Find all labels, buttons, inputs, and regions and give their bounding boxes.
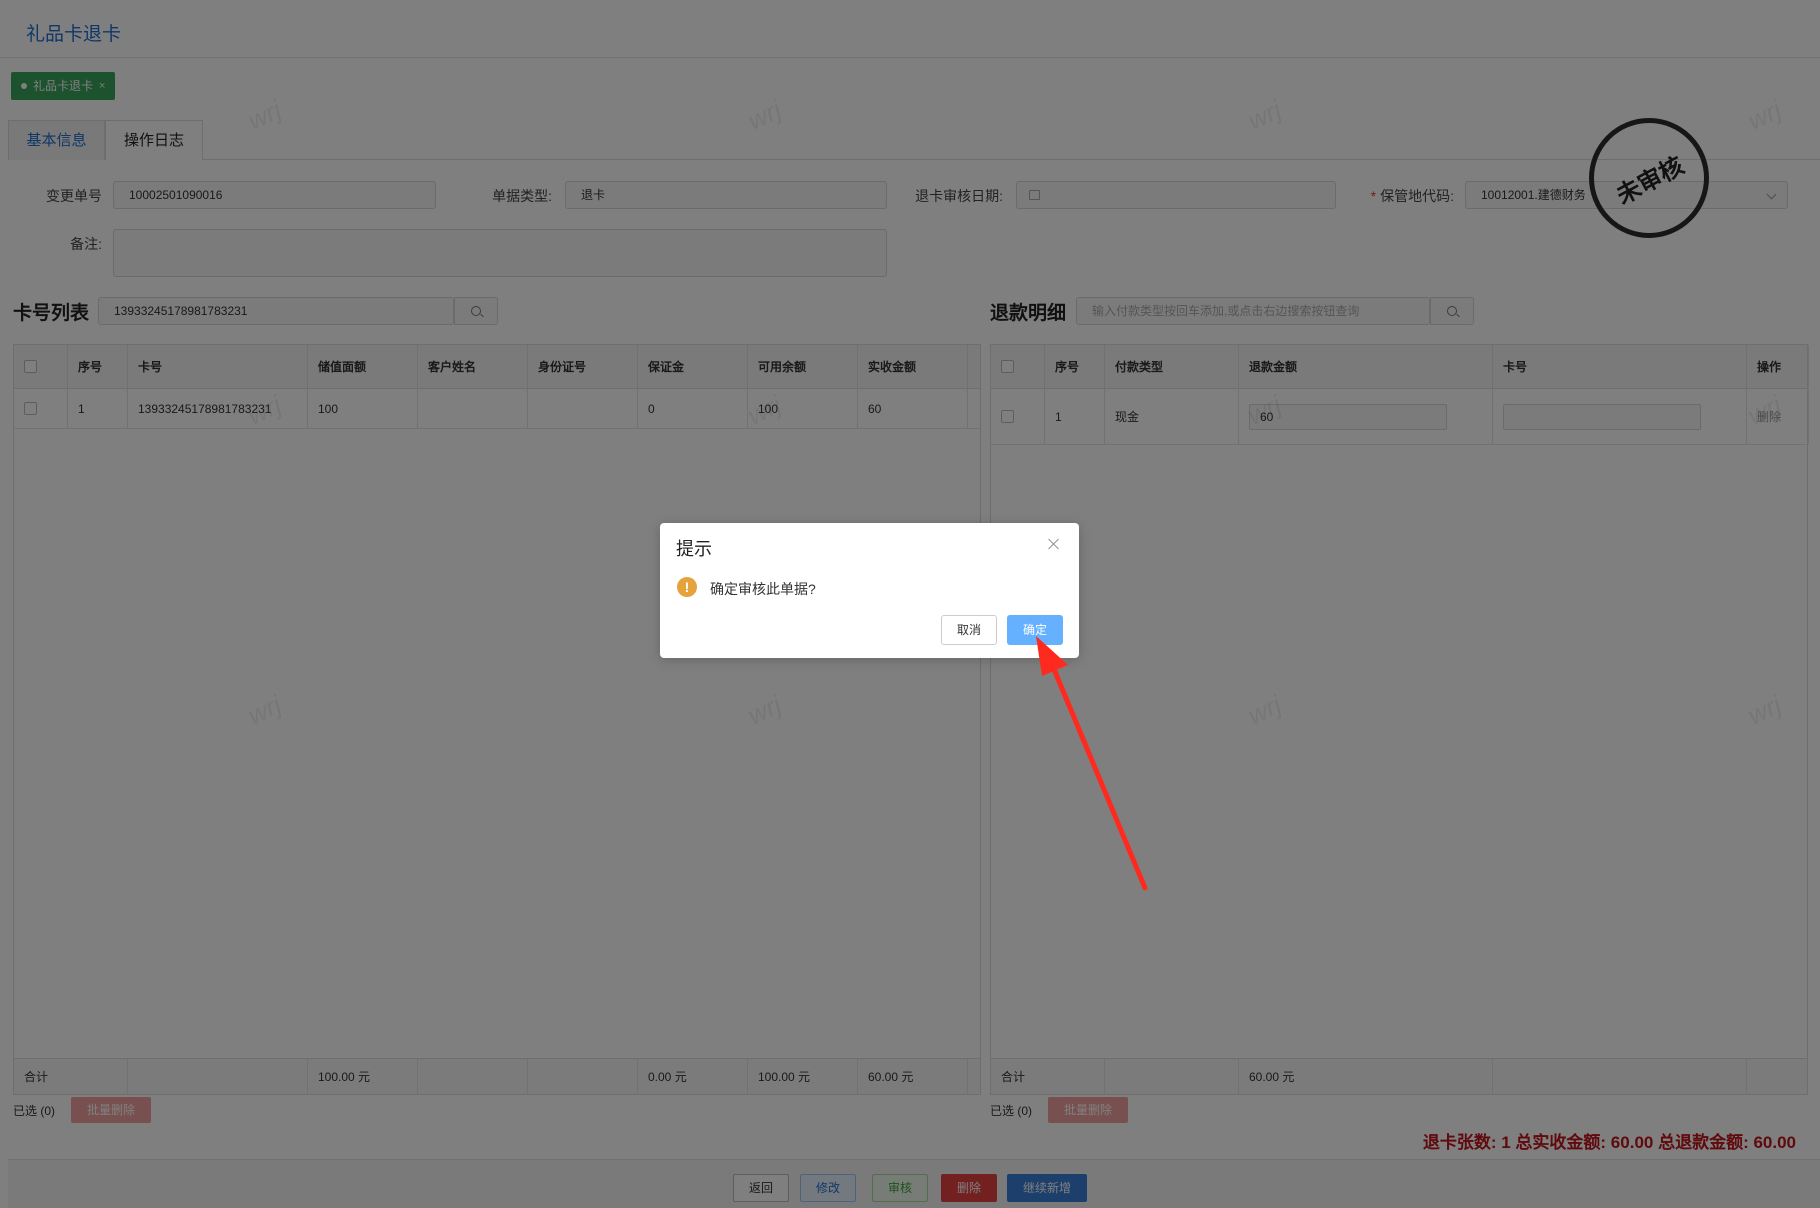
annotation-arrow-icon xyxy=(1036,636,1148,891)
